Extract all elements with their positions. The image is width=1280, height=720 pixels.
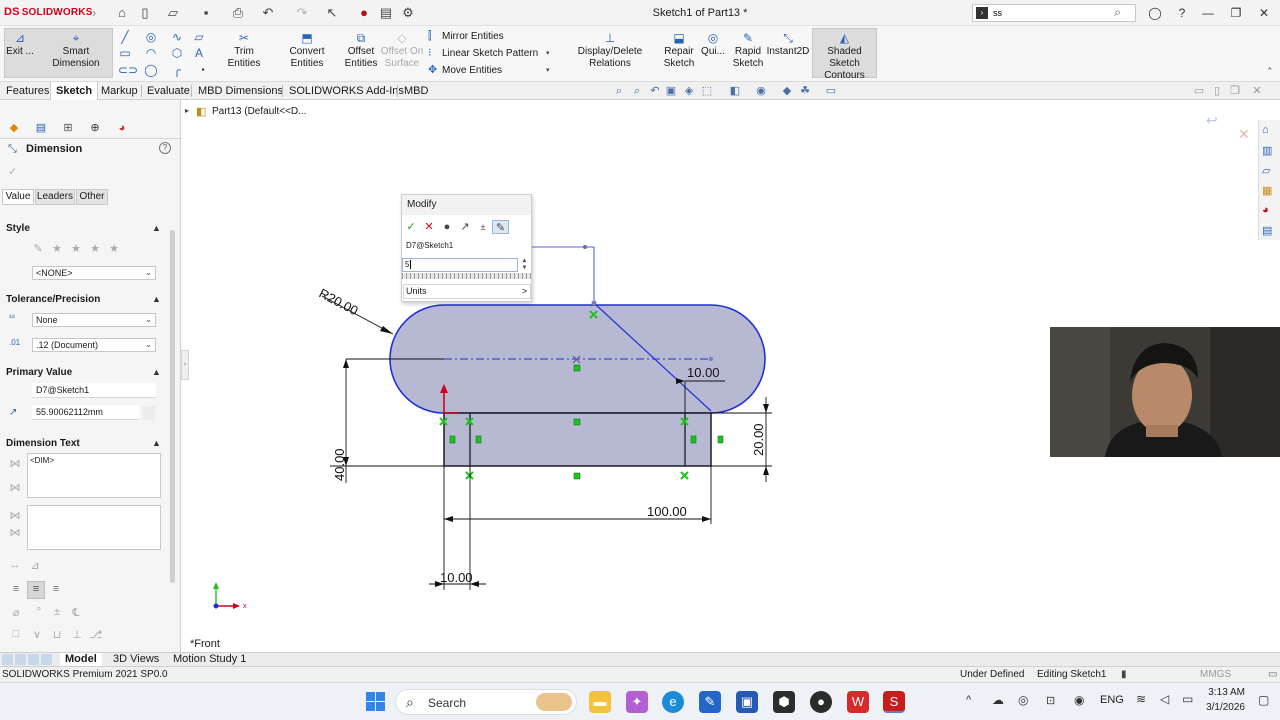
copilot-icon[interactable]: ✦ <box>626 691 648 713</box>
cancel-x-icon[interactable]: ✕ <box>422 220 436 234</box>
ok-check-icon[interactable]: ✓ <box>404 220 418 234</box>
relation-marker[interactable] <box>690 435 697 444</box>
status-units[interactable]: MMGS <box>1200 667 1231 682</box>
thumbwheel-icon[interactable]: ✎ <box>492 220 509 234</box>
status-editing: Editing Sketch1 <box>1037 669 1107 680</box>
search-highlight-icon <box>536 693 572 711</box>
clock-time[interactable]: 3:13 AM <box>1207 687 1245 698</box>
onedrive-icon[interactable]: ☁ <box>992 693 1004 707</box>
notifications-icon[interactable]: ▢ <box>1258 693 1269 707</box>
modify-value-text: 5 <box>405 260 410 269</box>
windows-start-icon[interactable] <box>366 692 386 712</box>
confirmation-corner-exit-icon[interactable]: ✕ <box>1238 126 1250 143</box>
view-palette-icon[interactable]: ▦ <box>1262 184 1272 197</box>
design-library-icon[interactable]: ▥ <box>1262 144 1272 157</box>
arrowhead <box>763 466 769 475</box>
status-bar: SOLIDWORKS Premium 2021 SP0.0 Under Defi… <box>0 666 1280 682</box>
dimension-100[interactable]: 100.00 <box>647 504 687 519</box>
edge-browser-icon[interactable]: e <box>662 691 684 713</box>
cube-app-icon[interactable]: ⬢ <box>773 691 795 713</box>
file-explorer-icon[interactable]: ▱ <box>1262 164 1270 177</box>
relation-marker[interactable] <box>717 435 724 444</box>
pen-app-icon[interactable]: ✎ <box>699 691 721 713</box>
taskbar-search-label: Search <box>428 696 467 710</box>
sketch-point[interactable] <box>591 300 597 306</box>
task-pane-strip <box>1258 120 1280 240</box>
tab-model[interactable]: Model <box>60 653 102 666</box>
triad-y-arrow <box>213 582 219 589</box>
battery-icon[interactable]: ▭ <box>1182 692 1193 706</box>
mark-for-drawing-icon[interactable]: ± <box>476 220 490 234</box>
webcam-wall <box>1050 327 1110 457</box>
tray-app-icon[interactable]: ⊡ <box>1046 694 1055 707</box>
tray-app-icon[interactable]: ◎ <box>1018 693 1028 707</box>
tab-motion-study[interactable]: Motion Study 1 <box>168 653 251 666</box>
taskbar-search-box[interactable]: ⌕ Search <box>395 689 577 715</box>
tray-overflow-icon[interactable]: ^ <box>966 694 971 706</box>
language-indicator[interactable]: ENG <box>1100 694 1124 706</box>
webcam-shadow <box>1210 327 1280 457</box>
relation-marker[interactable] <box>573 418 581 426</box>
rebuild-icon[interactable]: ● <box>440 220 454 234</box>
modify-dimension-reference: D7@Sketch1 <box>406 241 454 250</box>
webcam-neck <box>1146 425 1178 437</box>
store-icon[interactable]: ▣ <box>736 691 758 713</box>
status-defined: Under Defined <box>960 669 1025 680</box>
dimension-point[interactable] <box>583 245 587 249</box>
confirmation-corner-accept-icon[interactable]: ↩ <box>1206 112 1218 129</box>
solidworks-resources-icon[interactable]: ⌂ <box>1262 124 1269 136</box>
relation-marker[interactable] <box>449 435 456 444</box>
view-orientation-label: *Front <box>190 638 220 650</box>
tray-app-icon[interactable]: ◉ <box>1074 693 1084 707</box>
appearances-icon[interactable]: ◕ <box>1262 204 1269 216</box>
wps-office-icon[interactable]: W <box>847 691 869 713</box>
thumbwheel-ruler[interactable] <box>402 273 531 279</box>
volume-icon[interactable]: ◁ <box>1160 692 1169 706</box>
tab-3d-views[interactable]: 3D Views <box>108 653 164 666</box>
solidworks-taskbar-icon[interactable]: S <box>883 691 905 713</box>
units-button[interactable]: Units > <box>403 284 531 299</box>
triad-x-arrow <box>233 603 240 609</box>
triad-x-label: x <box>243 603 247 610</box>
modify-value-input[interactable]: 5 <box>402 258 518 272</box>
webcam-overlay <box>1050 327 1280 457</box>
radius-dimension[interactable]: R20.00 <box>317 285 361 318</box>
reverse-dimension-icon[interactable]: ↗ <box>458 220 472 234</box>
clock-date[interactable]: 3/1/2026 <box>1198 702 1245 713</box>
arrowhead <box>380 326 393 334</box>
relation-marker[interactable] <box>573 364 581 372</box>
dimension-10-bottom[interactable]: 10.00 <box>440 570 473 585</box>
relation-marker[interactable] <box>475 435 482 444</box>
arrowhead <box>444 516 453 522</box>
units-arrow: > <box>521 286 527 296</box>
webcam-image <box>1050 327 1280 457</box>
file-explorer-icon[interactable]: ▬ <box>589 691 611 713</box>
arrowhead <box>343 359 349 368</box>
arrowhead <box>702 516 711 522</box>
units-label: Units <box>406 286 427 296</box>
modify-dialog: Modify ✓ ✕ ● ↗ ± ✎ D7@Sketch1 5 ▲ ▼ Units… <box>401 194 532 302</box>
status-product: SOLIDWORKS Premium 2021 SP0.0 <box>2 669 168 680</box>
sketch-point[interactable] <box>709 357 713 361</box>
modify-dialog-title[interactable]: Modify <box>402 195 531 215</box>
arrowhead <box>763 404 769 413</box>
dimension-10-top[interactable]: 10.00 <box>687 365 720 380</box>
coincident-marker[interactable] <box>465 471 474 480</box>
windows-taskbar: ⌕ Search ▬ ✦ e ✎ ▣ ⬢ ● W S ^ ☁ ◎ ◉ ⊡ ENG… <box>0 682 1280 720</box>
tab-scroll-arrows[interactable] <box>2 654 54 665</box>
triad-origin <box>213 603 219 609</box>
search-icon: ⌕ <box>406 694 414 710</box>
customize-status-icon[interactable]: ▭ <box>1268 667 1277 682</box>
value-spinner[interactable]: ▲ ▼ <box>518 258 531 272</box>
custom-properties-icon[interactable]: ▤ <box>1262 224 1272 237</box>
coincident-marker[interactable] <box>680 471 689 480</box>
rebuild-status-icon[interactable]: ▮ <box>1121 667 1127 682</box>
recording-app-icon[interactable]: ● <box>810 691 832 713</box>
wifi-icon[interactable]: ≋ <box>1136 692 1146 706</box>
relation-marker[interactable] <box>573 472 581 480</box>
dimension-20[interactable]: 20.00 <box>751 423 766 456</box>
model-tabs-bar: Model 3D Views Motion Study 1 <box>0 652 1280 666</box>
dimension-40[interactable]: 40.00 <box>332 448 347 481</box>
text-caret <box>410 260 412 269</box>
